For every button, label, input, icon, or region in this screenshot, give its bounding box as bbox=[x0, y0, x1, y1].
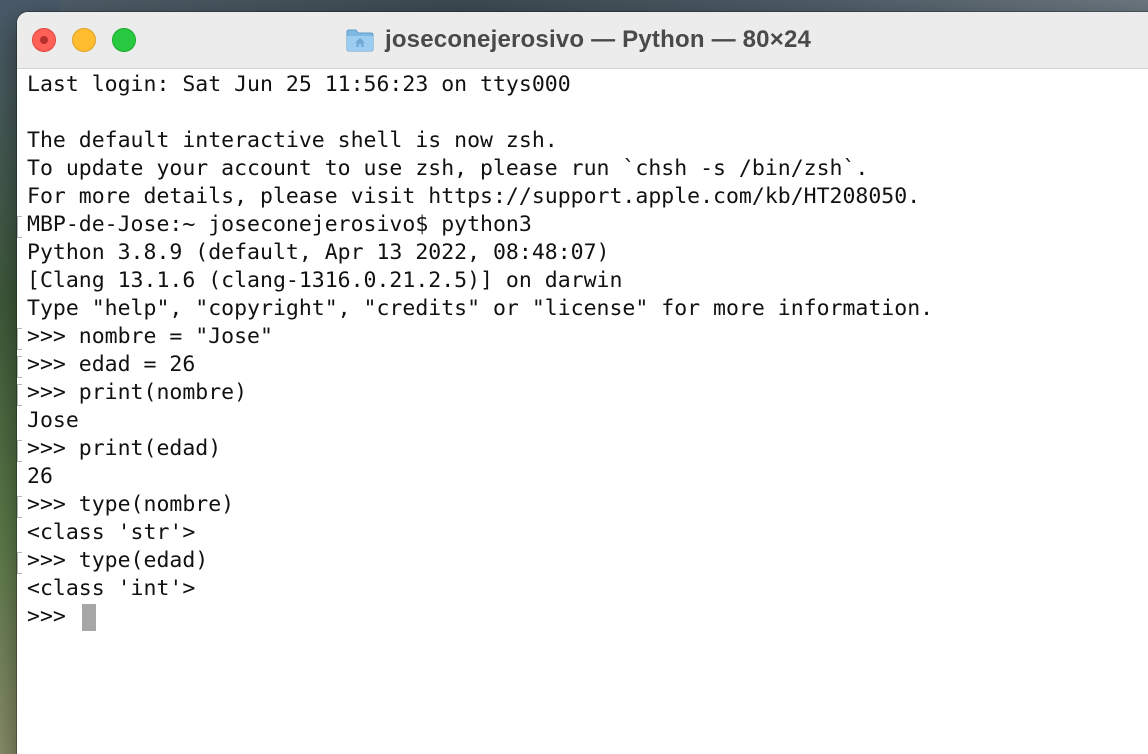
window-title-group: joseconejerosivo — Python — 80×24 bbox=[17, 12, 1148, 68]
terminal-line: Jose bbox=[27, 408, 79, 433]
terminal-line: <class 'str'> bbox=[27, 520, 196, 545]
terminal-line: Type "help", "copyright", "credits" or "… bbox=[27, 296, 934, 321]
terminal-prompt[interactable]: >>> bbox=[27, 603, 79, 631]
terminal-line: 26 bbox=[27, 464, 53, 489]
terminal-line: Python 3.8.9 (default, Apr 13 2022, 08:4… bbox=[27, 240, 610, 265]
line-mark-icon bbox=[17, 328, 22, 350]
line-mark-icon bbox=[17, 384, 22, 406]
line-mark-icon bbox=[17, 356, 22, 378]
terminal-line: >>> edad = 26 bbox=[27, 352, 196, 377]
terminal-line: [Clang 13.1.6 (clang-1316.0.21.2.5)] on … bbox=[27, 268, 623, 293]
terminal-line: >>> nombre = "Jose" bbox=[27, 324, 273, 349]
line-mark-icon bbox=[17, 440, 22, 462]
line-mark-icon bbox=[17, 552, 22, 574]
terminal-line: The default interactive shell is now zsh… bbox=[27, 128, 558, 153]
title-bar[interactable]: joseconejerosivo — Python — 80×24 bbox=[17, 12, 1148, 69]
window-title: joseconejerosivo — Python — 80×24 bbox=[384, 26, 812, 53]
terminal-line: To update your account to use zsh, pleas… bbox=[27, 156, 869, 181]
terminal-line: >>> print(nombre) bbox=[27, 380, 248, 405]
terminal-line: Last login: Sat Jun 25 11:56:23 on ttys0… bbox=[27, 72, 571, 97]
terminal-line: For more details, please visit https://s… bbox=[27, 184, 921, 209]
line-mark-icon bbox=[17, 216, 22, 238]
terminal-line: >>> type(nombre) bbox=[27, 492, 235, 517]
terminal-line: >>> print(edad) bbox=[27, 436, 222, 461]
terminal-window: joseconejerosivo — Python — 80×24 Last l… bbox=[17, 12, 1148, 754]
folder-home-icon bbox=[345, 27, 375, 53]
terminal-line: MBP-de-Jose:~ joseconejerosivo$ python3 bbox=[27, 212, 532, 237]
terminal-output[interactable]: Last login: Sat Jun 25 11:56:23 on ttys0… bbox=[17, 69, 1148, 754]
terminal-line: <class 'int'> bbox=[27, 576, 196, 601]
terminal-line: >>> type(edad) bbox=[27, 548, 209, 573]
text-cursor bbox=[82, 604, 96, 631]
line-mark-icon bbox=[17, 496, 22, 518]
